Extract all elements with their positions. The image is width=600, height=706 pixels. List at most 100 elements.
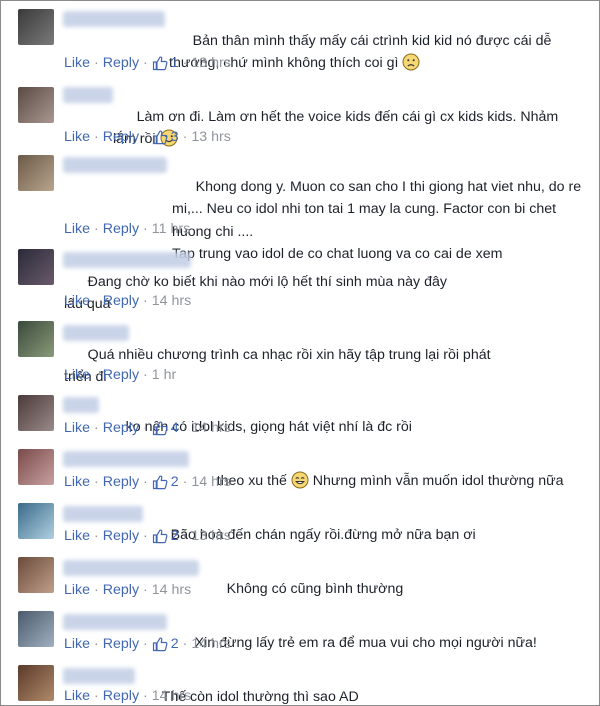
separator: · [143, 636, 148, 652]
commenter-name-blurred[interactable] [63, 451, 189, 467]
commenter-name-blurred[interactable] [63, 397, 99, 413]
avatar[interactable] [18, 321, 54, 357]
like-count[interactable]: 3 [152, 129, 179, 145]
timestamp[interactable]: 11 hrs [152, 221, 190, 237]
avatar[interactable] [18, 395, 54, 431]
commenter-name-blurred[interactable] [63, 668, 135, 684]
avatar[interactable] [18, 503, 54, 539]
avatar[interactable] [18, 665, 54, 701]
comment-actions: Like · Reply · 1 · 13 hrs [64, 53, 231, 73]
separator: · [94, 55, 99, 71]
timestamp[interactable]: 14 hrs [191, 474, 230, 490]
separator: · [182, 474, 188, 490]
like-count[interactable]: 2 [152, 528, 179, 544]
thumbs-up-icon [152, 56, 168, 71]
like-link[interactable]: Like [64, 293, 90, 309]
like-link[interactable]: Like [64, 420, 90, 436]
separator: · [143, 582, 148, 598]
separator: · [143, 367, 148, 383]
comment-actions: Like · Reply · 11 hrs [64, 219, 190, 239]
comment: ko nên có idol kids, giọng hát việt nhí … [1, 391, 599, 445]
like-link[interactable]: Like [64, 474, 90, 490]
separator: · [182, 636, 188, 652]
commenter-name-blurred[interactable] [63, 560, 199, 576]
comment: Quá nhiều chương trình ca nhạc rồi xin h… [1, 317, 599, 391]
like-count[interactable]: 4 [152, 420, 179, 436]
timestamp[interactable]: 13 hrs [191, 528, 230, 544]
separator: · [94, 688, 99, 704]
separator: · [182, 55, 188, 71]
separator: · [143, 129, 148, 145]
avatar[interactable] [18, 249, 54, 285]
comment-actions: Like · Reply · 14 hrs [64, 686, 191, 705]
commenter-name-blurred[interactable] [63, 157, 167, 173]
comment-actions: Like · Reply · 3 · 13 hrs [64, 127, 231, 147]
separator: · [94, 129, 99, 145]
reply-link[interactable]: Reply [103, 293, 139, 309]
reply-link[interactable]: Reply [103, 528, 139, 544]
timestamp[interactable]: 1 hr [152, 367, 176, 383]
thumbs-up-icon [152, 475, 168, 490]
like-link[interactable]: Like [64, 367, 90, 383]
comment-actions: Like · Reply · 14 hrs [64, 580, 191, 600]
timestamp[interactable]: 13 hrs [191, 55, 230, 71]
comment: Bản thân mình thấy mấy cái ctrình kid ki… [1, 1, 599, 77]
commenter-name-blurred[interactable] [63, 87, 113, 103]
reply-link[interactable]: Reply [103, 688, 139, 704]
timestamp[interactable]: 13 hrs [191, 129, 230, 145]
reply-link[interactable]: Reply [103, 474, 139, 490]
avatar[interactable] [18, 611, 54, 647]
timestamp[interactable]: 14 hrs [152, 582, 191, 598]
separator: · [94, 528, 99, 544]
like-link[interactable]: Like [64, 129, 90, 145]
comment: Làm ơn đi. Làm ơn hết the voice kids đến… [1, 77, 599, 153]
separator: · [94, 221, 99, 237]
comment: Khong dong y. Muon co san cho I thi gion… [1, 153, 599, 262]
comment-actions: Like · Reply · 2 · 13 hrs [64, 526, 231, 546]
separator: · [143, 55, 148, 71]
reply-link[interactable]: Reply [103, 636, 139, 652]
separator: · [143, 528, 148, 544]
like-link[interactable]: Like [64, 688, 90, 704]
timestamp[interactable]: 14 hrs [191, 420, 230, 436]
comment-actions: Like · Reply · 14 hrs [64, 291, 191, 311]
reply-link[interactable]: Reply [103, 55, 139, 71]
commenter-name-blurred[interactable] [63, 11, 165, 27]
thumbs-up-icon [152, 637, 168, 652]
like-count-value: 4 [170, 420, 179, 436]
separator: · [94, 474, 99, 490]
comment: Thế còn idol thường thì sao AD Like · Re… [1, 661, 599, 705]
timestamp[interactable]: 14 hrs [152, 293, 191, 309]
reply-link[interactable]: Reply [103, 582, 139, 598]
separator: · [94, 420, 99, 436]
reply-link[interactable]: Reply [103, 129, 139, 145]
separator: · [182, 420, 188, 436]
like-link[interactable]: Like [64, 55, 90, 71]
avatar[interactable] [18, 9, 54, 45]
commenter-name-blurred[interactable] [63, 506, 143, 522]
avatar[interactable] [18, 449, 54, 485]
reply-link[interactable]: Reply [103, 221, 139, 237]
like-count-value: 1 [170, 55, 179, 71]
like-link[interactable]: Like [64, 582, 90, 598]
comment: Bão hoà đến chán ngấy rồi.đừng mở nữa bạ… [1, 499, 599, 553]
reply-link[interactable]: Reply [103, 367, 139, 383]
avatar[interactable] [18, 557, 54, 593]
timestamp[interactable]: 14 hrs [191, 636, 230, 652]
timestamp[interactable]: 14 hrs [152, 688, 191, 704]
comment-body-continued: Nhưng mình vẫn muốn idol thường nữa [308, 472, 564, 489]
like-link[interactable]: Like [64, 221, 90, 237]
like-count[interactable]: 2 [152, 636, 179, 652]
like-count[interactable]: 1 [152, 55, 179, 71]
commenter-name-blurred[interactable] [63, 614, 167, 630]
like-link[interactable]: Like [64, 636, 90, 652]
comment: theo xu thế Nhưng mình vẫn muốn idol thư… [1, 445, 599, 499]
reply-link[interactable]: Reply [103, 420, 139, 436]
like-link[interactable]: Like [64, 528, 90, 544]
thumbs-up-icon [152, 421, 168, 436]
comment-body: Xin đừng lấy trẻ em ra để mua vui cho mọ… [194, 634, 537, 651]
comment-actions: Like · Reply · 2 · 14 hrs [64, 634, 231, 654]
like-count[interactable]: 2 [152, 474, 179, 490]
avatar[interactable] [18, 87, 54, 123]
avatar[interactable] [18, 155, 54, 191]
